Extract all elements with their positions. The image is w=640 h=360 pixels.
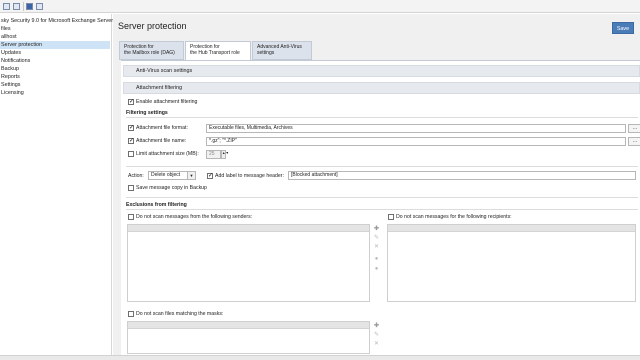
save-copy-label: Save message copy in Backup bbox=[136, 185, 207, 191]
action-label: Action: bbox=[128, 173, 144, 179]
file-format-field[interactable]: Executable files, Multimedia, Archives bbox=[206, 124, 626, 133]
file-name-field[interactable]: *.gz"; "*.ZIP" bbox=[206, 137, 626, 146]
senders-label: Do not scan messages from the following … bbox=[136, 214, 253, 220]
tree-item-notifications[interactable]: Notifications bbox=[1, 57, 30, 65]
delete-icon[interactable]: ✕ bbox=[373, 244, 380, 251]
file-format-checkbox[interactable] bbox=[128, 124, 134, 131]
divider bbox=[126, 209, 638, 210]
limit-size-checkbox[interactable] bbox=[128, 151, 134, 157]
tree-item-root[interactable]: sky Security 9.0 for Microsoft Exchange … bbox=[1, 17, 116, 25]
section-attachment-filtering[interactable]: Attachment filtering bbox=[123, 82, 640, 94]
limit-size-field[interactable]: 25 bbox=[206, 150, 221, 159]
tree-item-updates[interactable]: Updates bbox=[1, 49, 21, 57]
filtering-settings-title: Filtering settings bbox=[126, 110, 168, 116]
save-copy-checkbox[interactable] bbox=[128, 185, 134, 191]
header-label-field[interactable]: [Blocked attachment] bbox=[288, 171, 636, 180]
tab-mailbox-role[interactable]: Protection for the Mailbox role (DAG) bbox=[119, 41, 184, 60]
page-title: Server protection bbox=[118, 21, 187, 31]
tree-item-allhost[interactable]: allhost bbox=[1, 33, 17, 41]
help-icon[interactable] bbox=[26, 3, 33, 10]
save-button[interactable]: Save bbox=[612, 22, 634, 34]
tab-line2: the Mailbox role (DAG) bbox=[124, 50, 175, 56]
tab-hub-transport-role[interactable]: Protection for the Hub Transport role bbox=[185, 41, 251, 61]
add-icon[interactable]: ✚ bbox=[373, 226, 380, 233]
divider bbox=[126, 117, 638, 118]
section-antivirus-scan[interactable]: Anti-Virus scan settings bbox=[123, 65, 640, 77]
file-name-checkbox[interactable] bbox=[128, 137, 134, 144]
top-toolbar bbox=[0, 0, 640, 13]
recipients-label: Do not scan messages for the following r… bbox=[396, 214, 512, 220]
navigation-tree: sky Security 9.0 for Microsoft Exchange … bbox=[0, 14, 116, 360]
senders-checkbox[interactable] bbox=[128, 214, 134, 220]
masks-label: Do not scan files matching the masks: bbox=[136, 311, 224, 317]
masks-checkbox[interactable] bbox=[128, 311, 134, 317]
add-icon[interactable]: ✚ bbox=[373, 323, 380, 330]
tree-item-settings[interactable]: Settings bbox=[1, 81, 20, 89]
limit-size-label: Limit attachment size (MB): bbox=[136, 151, 199, 157]
list-header bbox=[128, 322, 369, 329]
tree-item-backup[interactable]: Backup bbox=[1, 65, 19, 73]
tree-item-licensing[interactable]: Licensing bbox=[1, 89, 24, 97]
grid-icon[interactable] bbox=[36, 3, 43, 10]
recipients-checkbox[interactable] bbox=[388, 214, 394, 220]
masks-list[interactable] bbox=[127, 321, 370, 354]
enable-attachment-filtering-label: Enable attachment filtering bbox=[136, 99, 198, 105]
edit-icon[interactable]: ✎ bbox=[373, 235, 380, 242]
divider bbox=[126, 166, 638, 167]
tab-line2: the Hub Transport role bbox=[190, 50, 240, 56]
add-label-checkbox[interactable] bbox=[207, 172, 213, 179]
move-up-icon[interactable]: ● bbox=[373, 256, 380, 263]
edit-icon[interactable]: ✎ bbox=[373, 332, 380, 339]
window-icon[interactable] bbox=[13, 3, 20, 10]
tree-item-files[interactable]: files bbox=[1, 25, 11, 33]
action-select[interactable]: Delete object ▼ bbox=[148, 171, 196, 180]
chevron-down-icon: ▼ bbox=[187, 172, 195, 179]
tab-advanced-antivirus[interactable]: Advanced Anti-Virus settings bbox=[252, 41, 312, 60]
enable-attachment-filtering-checkbox[interactable] bbox=[128, 98, 134, 105]
tree-item-server-protection[interactable]: Server protection bbox=[0, 41, 110, 49]
exclusions-title: Exclusions from filtering bbox=[126, 202, 187, 208]
divider bbox=[126, 197, 638, 198]
move-down-icon[interactable]: ● bbox=[373, 266, 380, 273]
folder-icon[interactable] bbox=[3, 3, 10, 10]
spinner-arrows-icon: ▲▼ bbox=[222, 151, 229, 155]
file-format-browse-button[interactable]: ... bbox=[628, 124, 640, 133]
list-header bbox=[388, 225, 635, 232]
file-format-label: Attachment file format: bbox=[136, 125, 188, 131]
recipients-list[interactable] bbox=[387, 224, 636, 302]
toolbar-separator bbox=[23, 2, 24, 11]
list-header bbox=[128, 225, 369, 232]
delete-icon[interactable]: ✕ bbox=[373, 341, 380, 348]
file-name-browse-button[interactable]: ... bbox=[628, 137, 640, 146]
action-select-value: Delete object bbox=[151, 172, 181, 178]
limit-size-spinner[interactable]: ▲▼ bbox=[221, 150, 229, 159]
tree-item-reports[interactable]: Reports bbox=[1, 73, 20, 81]
horizontal-scrollbar[interactable] bbox=[0, 355, 640, 360]
senders-list[interactable] bbox=[127, 224, 370, 302]
add-label-text: Add label to message header: bbox=[215, 173, 284, 179]
tab-line2: settings bbox=[257, 50, 275, 56]
file-name-label: Attachment file name: bbox=[136, 138, 187, 144]
